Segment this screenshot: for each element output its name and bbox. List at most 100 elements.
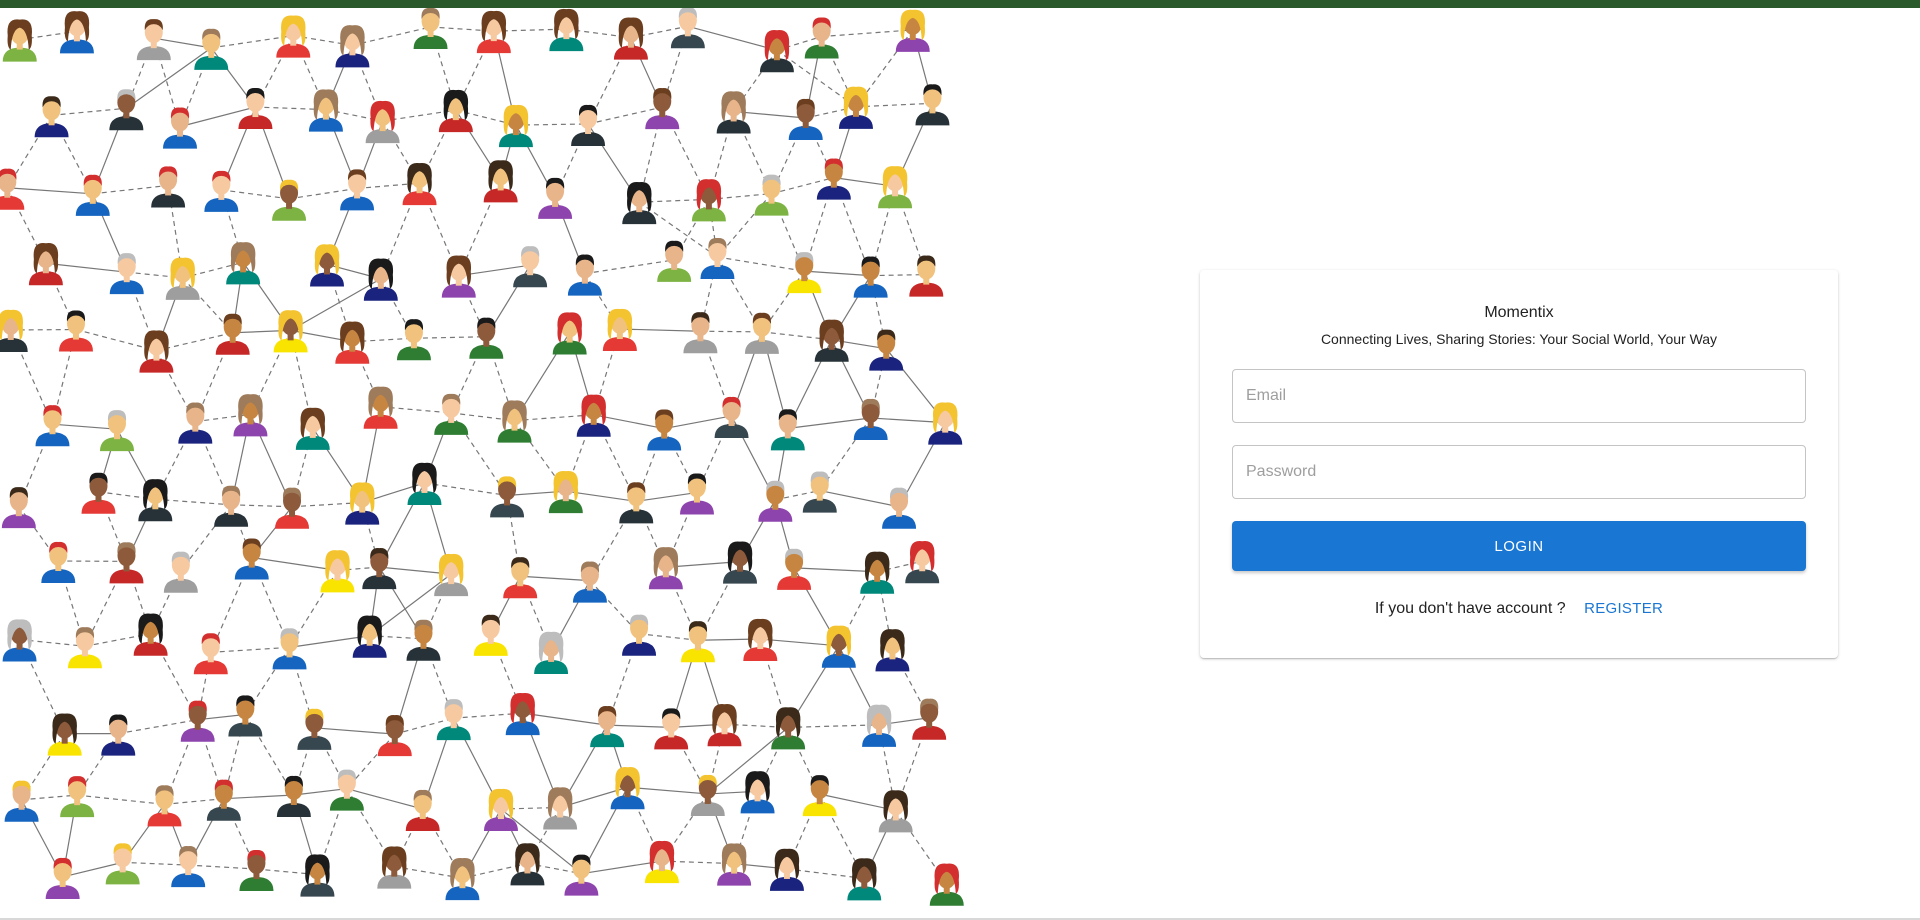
person-avatar-icon bbox=[567, 254, 602, 296]
person-avatar-icon bbox=[814, 319, 849, 362]
network-connections bbox=[6, 25, 948, 885]
person-avatar-icon bbox=[602, 308, 637, 352]
person-avatar-icon bbox=[860, 551, 895, 594]
person-avatar-icon bbox=[777, 548, 812, 590]
person-avatar-icon bbox=[909, 255, 944, 297]
person-avatar-icon bbox=[717, 843, 752, 886]
person-avatar-icon bbox=[101, 714, 136, 756]
person-avatar-icon bbox=[300, 854, 335, 897]
person-avatar-icon bbox=[2, 619, 37, 662]
top-accent-bar bbox=[0, 0, 1920, 8]
person-avatar-icon bbox=[171, 845, 206, 888]
app-tagline: Connecting Lives, Sharing Stories: Your … bbox=[1320, 331, 1718, 347]
person-avatar-icon bbox=[802, 471, 837, 513]
person-avatar-icon bbox=[680, 621, 715, 663]
person-avatar-icon bbox=[47, 713, 82, 756]
person-avatar-icon bbox=[441, 255, 476, 298]
person-avatar-icon bbox=[396, 319, 431, 361]
person-avatar-icon bbox=[295, 407, 330, 450]
person-avatar-icon bbox=[490, 476, 525, 518]
person-avatar-icon bbox=[58, 310, 93, 352]
person-avatar-icon bbox=[365, 100, 400, 144]
person-avatar-icon bbox=[402, 162, 437, 206]
person-avatar-icon bbox=[571, 104, 606, 146]
person-avatar-icon bbox=[233, 394, 268, 437]
person-avatar-icon bbox=[483, 160, 518, 203]
password-input[interactable] bbox=[1232, 445, 1806, 499]
person-avatar-icon bbox=[436, 699, 471, 741]
person-avatar-icon bbox=[804, 17, 839, 59]
person-avatar-icon bbox=[193, 633, 228, 675]
person-avatar-icon bbox=[67, 627, 102, 669]
person-avatar-icon bbox=[534, 631, 569, 674]
person-avatar-icon bbox=[320, 550, 355, 593]
person-avatar-icon bbox=[503, 557, 538, 599]
person-avatar-icon bbox=[758, 480, 793, 522]
person-avatar-icon bbox=[838, 86, 873, 129]
person-avatar-icon bbox=[691, 179, 726, 222]
person-avatar-icon bbox=[352, 615, 387, 658]
person-avatar-icon bbox=[510, 843, 545, 886]
person-avatar-icon bbox=[310, 244, 345, 287]
person-avatar-icon bbox=[363, 386, 398, 429]
person-avatar-icon bbox=[754, 174, 789, 216]
app-brand-name: Momentix bbox=[1484, 304, 1554, 321]
person-avatar-icon bbox=[109, 542, 144, 584]
person-avatar-icon bbox=[2, 19, 37, 62]
person-avatar-icon bbox=[147, 785, 182, 827]
person-avatar-icon bbox=[498, 104, 533, 148]
person-avatar-icon bbox=[654, 708, 689, 750]
person-avatar-icon bbox=[869, 329, 904, 371]
person-avatar-icon bbox=[178, 402, 213, 444]
person-avatar-icon bbox=[549, 8, 584, 52]
person-avatar-icon bbox=[572, 561, 607, 603]
register-link[interactable]: REGISTER bbox=[1584, 600, 1663, 617]
person-avatar-icon bbox=[895, 9, 930, 52]
person-avatar-icon bbox=[707, 704, 742, 747]
person-avatar-icon bbox=[821, 625, 856, 668]
login-button[interactable]: LOGIN bbox=[1232, 521, 1806, 571]
person-avatar-icon bbox=[75, 174, 110, 216]
person-avatar-icon bbox=[133, 613, 168, 656]
login-card: Momentix Connecting Lives, Sharing Stori… bbox=[1200, 270, 1838, 658]
person-avatar-icon bbox=[276, 775, 311, 817]
person-avatar-icon bbox=[99, 410, 134, 452]
person-avatar-icon bbox=[214, 485, 249, 527]
person-avatar-icon bbox=[847, 858, 882, 901]
person-avatar-icon bbox=[413, 8, 448, 49]
person-avatar-icon bbox=[165, 257, 200, 300]
person-avatar-icon bbox=[610, 767, 645, 810]
person-avatar-icon bbox=[716, 91, 751, 134]
person-avatar-icon bbox=[1, 487, 36, 529]
person-avatar-icon bbox=[576, 394, 611, 437]
person-avatar-icon bbox=[407, 462, 442, 505]
person-avatar-icon bbox=[497, 400, 532, 443]
person-avatar-icon bbox=[273, 310, 308, 353]
person-avatar-icon bbox=[564, 854, 599, 896]
email-input[interactable] bbox=[1232, 369, 1806, 423]
person-avatar-icon bbox=[45, 857, 80, 899]
register-prompt: If you don't have account ? bbox=[1374, 600, 1566, 617]
person-avatar-icon bbox=[759, 30, 794, 73]
person-avatar-icon bbox=[483, 788, 518, 832]
person-avatar-icon bbox=[714, 396, 749, 438]
person-avatar-icon bbox=[335, 25, 370, 68]
person-avatar-icon bbox=[647, 409, 682, 451]
person-avatar-icon bbox=[740, 771, 775, 814]
person-avatar-icon bbox=[648, 547, 683, 590]
person-avatar-icon bbox=[163, 551, 198, 593]
person-avatar-icon bbox=[882, 487, 917, 529]
person-avatar-icon bbox=[645, 88, 680, 130]
person-avatar-icon bbox=[657, 240, 692, 282]
person-avatar-icon bbox=[476, 10, 511, 54]
person-avatar-icon bbox=[276, 15, 311, 58]
person-avatar-icon bbox=[0, 309, 28, 352]
person-avatar-icon bbox=[4, 780, 39, 822]
person-avatar-icon bbox=[878, 166, 913, 209]
person-avatar-icon bbox=[619, 482, 654, 524]
person-avatar-icon bbox=[862, 704, 897, 747]
person-avatar-icon bbox=[138, 479, 173, 522]
social-network-people-graphic bbox=[0, 8, 964, 906]
person-avatar-icon bbox=[226, 242, 261, 285]
person-avatar-icon bbox=[438, 89, 473, 133]
